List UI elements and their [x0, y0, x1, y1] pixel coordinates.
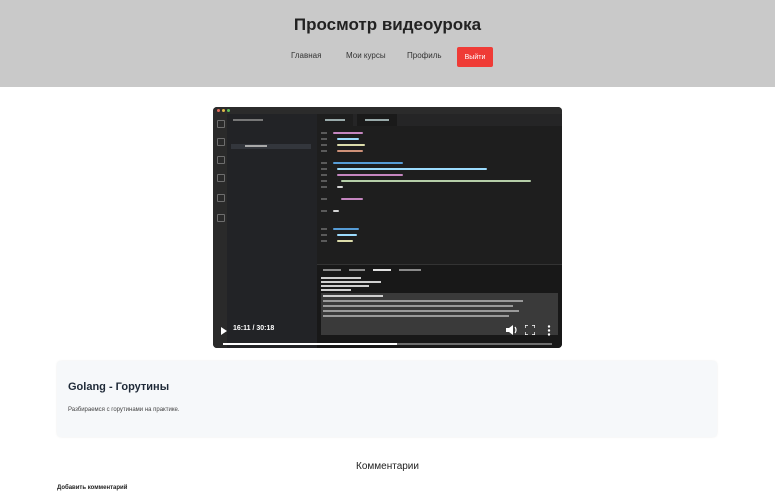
nav-home-link[interactable]: Главная [291, 51, 321, 60]
logout-button[interactable]: Выйти [457, 47, 493, 67]
volume-icon[interactable] [506, 325, 518, 335]
video-progress-bar[interactable] [223, 343, 552, 345]
lesson-card: Golang - Горутины Разбираемся с горутина… [57, 361, 717, 437]
play-icon[interactable] [221, 327, 227, 335]
main-nav: Главная Мои курсы Профиль Выйти [0, 47, 775, 67]
video-controls: 16:11 / 30:18 [213, 315, 562, 348]
lesson-title: Golang - Горутины [68, 381, 170, 393]
more-options-icon[interactable] [547, 325, 551, 336]
video-frame-menubar [213, 107, 562, 114]
video-frame-activity-bar [213, 114, 227, 348]
video-frame-explorer [227, 114, 317, 348]
video-time: 16:11 / 30:18 [233, 325, 275, 332]
comments-heading: Комментарии [356, 461, 419, 472]
page-header: Просмотр видеоурока Главная Мои курсы Пр… [0, 0, 775, 87]
video-frame-code-editor [317, 114, 562, 264]
nav-profile-link[interactable]: Профиль [407, 51, 442, 60]
page-title: Просмотр видеоурока [293, 15, 482, 34]
video-progress-fill [223, 343, 398, 345]
nav-my-courses-link[interactable]: Мои курсы [346, 51, 386, 60]
fullscreen-icon[interactable] [525, 325, 535, 335]
add-comment-label: Добавить комментарий [57, 485, 128, 491]
lesson-description: Разбираемся с горутинами на практике. [68, 407, 180, 413]
video-player[interactable]: 16:11 / 30:18 [213, 107, 562, 348]
